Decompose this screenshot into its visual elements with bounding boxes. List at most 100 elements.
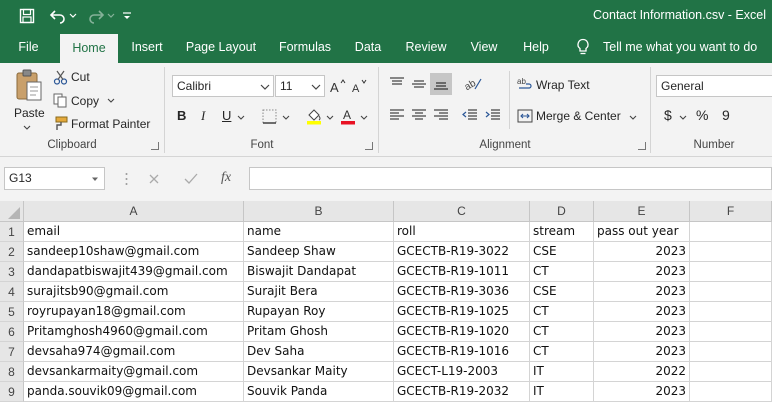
cell-b9[interactable]: Souvik Panda [244, 382, 394, 402]
cell-d9[interactable]: IT [530, 382, 594, 402]
cell-e6[interactable]: 2023 [594, 322, 690, 342]
row-header[interactable]: 7 [0, 342, 24, 362]
cell-a1[interactable]: email [24, 222, 244, 242]
clipboard-launcher-icon[interactable] [151, 142, 159, 150]
cell-c5[interactable]: GCECTB-R19-1025 [394, 302, 530, 322]
alignment-launcher-icon[interactable] [638, 142, 646, 150]
cell-f7[interactable] [690, 342, 772, 362]
cell-a7[interactable]: devsaha974@gmail.com [24, 342, 244, 362]
underline-button[interactable]: U [222, 108, 231, 123]
cell-b4[interactable]: Surajit Bera [244, 282, 394, 302]
cell-e5[interactable]: 2023 [594, 302, 690, 322]
column-header-f[interactable]: F [690, 201, 772, 222]
cell-d5[interactable]: CT [530, 302, 594, 322]
cell-c3[interactable]: GCECTB-R19-1011 [394, 262, 530, 282]
number-format-select[interactable]: General [656, 75, 772, 97]
tab-file[interactable]: File [6, 31, 51, 63]
row-header[interactable]: 3 [0, 262, 24, 282]
cell-a5[interactable]: royrupayan18@gmail.com [24, 302, 244, 322]
middle-align-icon[interactable] [409, 75, 429, 93]
redo-icon[interactable] [84, 0, 108, 31]
cut-button[interactable]: Cut [71, 70, 90, 84]
cell-c2[interactable]: GCECTB-R19-3022 [394, 242, 530, 262]
font-color-icon[interactable]: A [338, 106, 358, 126]
row-header[interactable]: 9 [0, 382, 24, 402]
select-all-corner[interactable] [0, 201, 24, 222]
tell-me-search[interactable]: Tell me what you want to do [603, 31, 757, 63]
save-icon[interactable] [14, 0, 40, 31]
redo-dropdown-icon[interactable] [106, 0, 116, 31]
merge-center-button[interactable]: Merge & Center [536, 109, 621, 123]
cell-d2[interactable]: CSE [530, 242, 594, 262]
tab-home[interactable]: Home [60, 34, 118, 63]
cell-a4[interactable]: surajitsb90@gmail.com [24, 282, 244, 302]
cell-f5[interactable] [690, 302, 772, 322]
cell-e2[interactable]: 2023 [594, 242, 690, 262]
paste-button[interactable]: Paste [14, 106, 45, 120]
column-header-b[interactable]: B [244, 201, 394, 222]
cell-c6[interactable]: GCECTB-R19-1020 [394, 322, 530, 342]
cell-c8[interactable]: GCECT-L19-2003 [394, 362, 530, 382]
cell-b2[interactable]: Sandeep Shaw [244, 242, 394, 262]
align-center-icon[interactable] [409, 106, 429, 124]
italic-button[interactable]: I [201, 108, 205, 124]
cell-f2[interactable] [690, 242, 772, 262]
align-left-icon[interactable] [387, 106, 407, 124]
copy-dropdown-icon[interactable] [106, 96, 116, 104]
tab-insert[interactable]: Insert [124, 31, 170, 63]
borders-dropdown-icon[interactable] [281, 113, 291, 121]
font-launcher-icon[interactable] [365, 142, 373, 150]
cell-d3[interactable]: CT [530, 262, 594, 282]
font-size-dropdown-icon[interactable] [310, 82, 322, 92]
cell-f9[interactable] [690, 382, 772, 402]
cell-f6[interactable] [690, 322, 772, 342]
copy-icon[interactable] [52, 92, 68, 108]
cancel-icon[interactable] [146, 171, 162, 187]
percent-button[interactable]: % [696, 107, 708, 123]
cell-d6[interactable]: CT [530, 322, 594, 342]
cell-b7[interactable]: Dev Saha [244, 342, 394, 362]
format-painter-icon[interactable] [52, 115, 68, 131]
cell-b3[interactable]: Biswajit Dandapat [244, 262, 394, 282]
cell-b6[interactable]: Pritam Ghosh [244, 322, 394, 342]
cell-a3[interactable]: dandapatbiswajit439@gmail.com [24, 262, 244, 282]
undo-dropdown-icon[interactable] [68, 0, 78, 31]
cell-c9[interactable]: GCECTB-R19-2032 [394, 382, 530, 402]
row-header[interactable]: 4 [0, 282, 24, 302]
cell-b5[interactable]: Rupayan Roy [244, 302, 394, 322]
tab-formulas[interactable]: Formulas [272, 31, 338, 63]
tab-review[interactable]: Review [398, 31, 454, 63]
tab-page-layout[interactable]: Page Layout [180, 31, 262, 63]
cell-f8[interactable] [690, 362, 772, 382]
row-header[interactable]: 2 [0, 242, 24, 262]
undo-icon[interactable] [46, 0, 70, 31]
enter-icon[interactable] [183, 171, 199, 187]
cell-e3[interactable]: 2023 [594, 262, 690, 282]
row-header[interactable]: 8 [0, 362, 24, 382]
tab-view[interactable]: View [464, 31, 504, 63]
cell-d4[interactable]: CSE [530, 282, 594, 302]
tab-help[interactable]: Help [514, 31, 558, 63]
cut-icon[interactable] [52, 69, 68, 85]
insert-function-button[interactable]: fx [221, 170, 231, 186]
row-header[interactable]: 6 [0, 322, 24, 342]
align-right-icon[interactable] [431, 106, 451, 124]
name-box-dropdown-icon[interactable] [90, 175, 100, 183]
fill-color-icon[interactable] [304, 106, 324, 126]
cell-a6[interactable]: Pritamghosh4960@gmail.com [24, 322, 244, 342]
increase-indent-icon[interactable] [483, 106, 503, 124]
cell-b8[interactable]: Devsankar Maity [244, 362, 394, 382]
currency-button[interactable]: $ [664, 107, 672, 123]
bold-button[interactable]: B [177, 108, 186, 123]
column-header-e[interactable]: E [594, 201, 690, 222]
cell-d8[interactable]: IT [530, 362, 594, 382]
paste-dropdown-icon[interactable] [22, 123, 32, 131]
cell-e9[interactable]: 2023 [594, 382, 690, 402]
cell-f3[interactable] [690, 262, 772, 282]
cell-e1[interactable]: pass out year [594, 222, 690, 242]
bottom-align-icon[interactable] [430, 73, 452, 95]
customize-toolbar-icon[interactable] [120, 0, 134, 31]
cell-a8[interactable]: devsankarmaity@gmail.com [24, 362, 244, 382]
cell-d7[interactable]: CT [530, 342, 594, 362]
currency-dropdown-icon[interactable] [678, 113, 688, 121]
